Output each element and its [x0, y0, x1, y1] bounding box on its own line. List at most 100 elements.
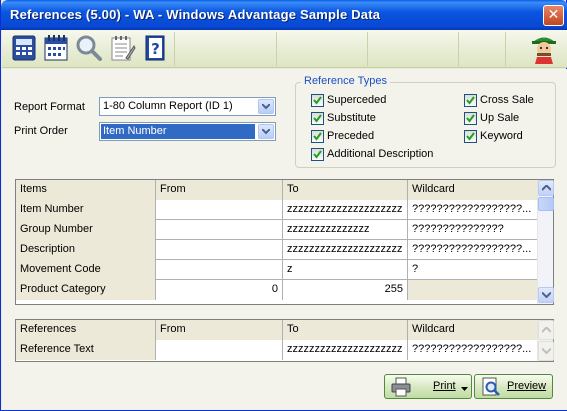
reference-types-group: Reference Types Superceded Substitute Pr… [295, 75, 556, 168]
table-row: Movement Code z ? [16, 260, 537, 280]
mascot-icon [529, 33, 559, 65]
checkbox-checked-icon [464, 94, 477, 107]
row-label: Product Category [16, 280, 156, 300]
preview-button[interactable]: Preview [474, 374, 553, 399]
calendar-button[interactable] [42, 34, 70, 62]
additional-description-checkbox[interactable]: Additional Description [311, 148, 441, 162]
references-vertical-scrollbar[interactable] [537, 320, 554, 361]
print-label: Print [433, 380, 456, 392]
wildcard-cell [408, 280, 537, 300]
magnifier-icon [76, 35, 102, 61]
row-label: Movement Code [16, 260, 156, 280]
checkbox-checked-icon [464, 112, 477, 125]
from-cell[interactable] [156, 260, 283, 280]
column-header: Wildcard [408, 180, 537, 200]
items-vertical-scrollbar[interactable] [537, 180, 554, 304]
checkbox-checked-icon [464, 130, 477, 143]
wildcard-cell[interactable]: ??????????????????... [408, 340, 537, 360]
from-cell[interactable] [156, 340, 283, 360]
print-order-value: Item Number [101, 124, 255, 139]
table-row: Product Category 0 255 [16, 280, 537, 300]
table-row: Description zzzzzzzzzzzzzzzzzzzzz ??????… [16, 240, 537, 260]
table-row: Reference Text zzzzzzzzzzzzzzzzzzzzz ???… [16, 340, 537, 360]
scroll-down-icon[interactable] [538, 287, 554, 303]
to-cell[interactable]: 255 [283, 280, 408, 300]
checkbox-label: Superceded [327, 94, 387, 106]
svg-text:?: ? [151, 40, 160, 58]
print-order-label: Print Order [14, 125, 68, 137]
from-cell[interactable] [156, 200, 283, 220]
help-button[interactable]: ? [141, 34, 169, 62]
chevron-down-icon[interactable] [258, 99, 274, 114]
column-header: From [156, 320, 283, 340]
calendar-icon [44, 35, 68, 61]
row-label: Reference Text [16, 340, 156, 360]
superceded-checkbox[interactable]: Superceded [311, 94, 411, 108]
from-cell[interactable] [156, 240, 283, 260]
preceded-checkbox[interactable]: Preceded [311, 130, 411, 144]
checkbox-label: Substitute [327, 112, 376, 124]
substitute-checkbox[interactable]: Substitute [311, 112, 411, 126]
checkbox-label: Up Sale [480, 112, 520, 124]
items-header-row: Items From To Wildcard [16, 180, 537, 200]
wildcard-cell[interactable]: ??????????????????... [408, 240, 537, 260]
scroll-up-icon[interactable] [538, 320, 554, 340]
preview-icon [482, 377, 500, 396]
calculator-button[interactable] [10, 34, 38, 62]
wildcard-cell[interactable]: ? [408, 260, 537, 280]
from-cell[interactable]: 0 [156, 280, 283, 300]
report-format-label: Report Format [14, 101, 85, 113]
row-label: Group Number [16, 220, 156, 240]
search-button[interactable] [75, 34, 103, 62]
wildcard-cell[interactable]: ??????????????? [408, 220, 537, 240]
preview-label: Preview [507, 380, 547, 392]
scroll-thumb[interactable] [538, 197, 554, 211]
to-cell[interactable]: z [283, 260, 408, 280]
to-cell[interactable]: zzzzzzzzzzzzzzzzzzzzz [283, 340, 408, 360]
window-title: References (5.00) - WA - Windows Advanta… [10, 7, 381, 22]
cross-sale-checkbox[interactable]: Cross Sale [464, 94, 549, 108]
title-bar[interactable]: References (5.00) - WA - Windows Advanta… [1, 0, 567, 30]
checkbox-checked-icon [311, 112, 324, 125]
up-sale-checkbox[interactable]: Up Sale [464, 112, 549, 126]
table-row: Item Number zzzzzzzzzzzzzzzzzzzzz ??????… [16, 200, 537, 220]
print-order-select[interactable]: Item Number [99, 122, 276, 141]
checkbox-label: Preceded [327, 130, 375, 142]
notepad-icon [111, 36, 136, 61]
scroll-up-icon[interactable] [538, 180, 554, 196]
scroll-down-icon[interactable] [538, 341, 554, 361]
row-label: Description [16, 240, 156, 260]
report-format-select[interactable]: 1-80 Column Report (ID 1) [99, 97, 276, 116]
references-grid: References From To Wildcard Reference Te… [15, 319, 554, 362]
column-header: Wildcard [408, 320, 537, 340]
checkbox-checked-icon [311, 94, 324, 107]
column-header: Items [16, 180, 156, 200]
toolbar: ? [2, 30, 567, 68]
help-book-icon: ? [145, 35, 165, 61]
checkbox-label: Cross Sale [480, 94, 534, 106]
checkbox-label: Additional Description [327, 148, 434, 160]
close-button[interactable]: ✕ [543, 5, 564, 26]
references-window: References (5.00) - WA - Windows Advanta… [0, 0, 567, 411]
to-cell[interactable]: zzzzzzzzzzzzzzzzzzzzz [283, 240, 408, 260]
column-header: References [16, 320, 156, 340]
row-label: Item Number [16, 200, 156, 220]
checkbox-checked-icon [311, 130, 324, 143]
column-header: To [283, 180, 408, 200]
report-format-value: 1-80 Column Report (ID 1) [103, 100, 233, 112]
keyword-checkbox[interactable]: Keyword [464, 130, 549, 144]
notes-button[interactable] [108, 34, 136, 62]
table-row: Group Number zzzzzzzzzzzzzzz ???????????… [16, 220, 537, 240]
print-button[interactable]: Print [384, 374, 472, 399]
to-cell[interactable]: zzzzzzzzzzzzzzzzzzzzz [283, 200, 408, 220]
printer-icon [391, 377, 411, 397]
column-header: From [156, 180, 283, 200]
references-header-row: References From To Wildcard [16, 320, 537, 340]
chevron-down-icon[interactable] [258, 124, 274, 139]
wildcard-cell[interactable]: ??????????????????... [408, 200, 537, 220]
column-header: To [283, 320, 408, 340]
checkbox-label: Keyword [480, 130, 523, 142]
dropdown-arrow-icon[interactable] [461, 387, 468, 391]
to-cell[interactable]: zzzzzzzzzzzzzzz [283, 220, 408, 240]
from-cell[interactable] [156, 220, 283, 240]
